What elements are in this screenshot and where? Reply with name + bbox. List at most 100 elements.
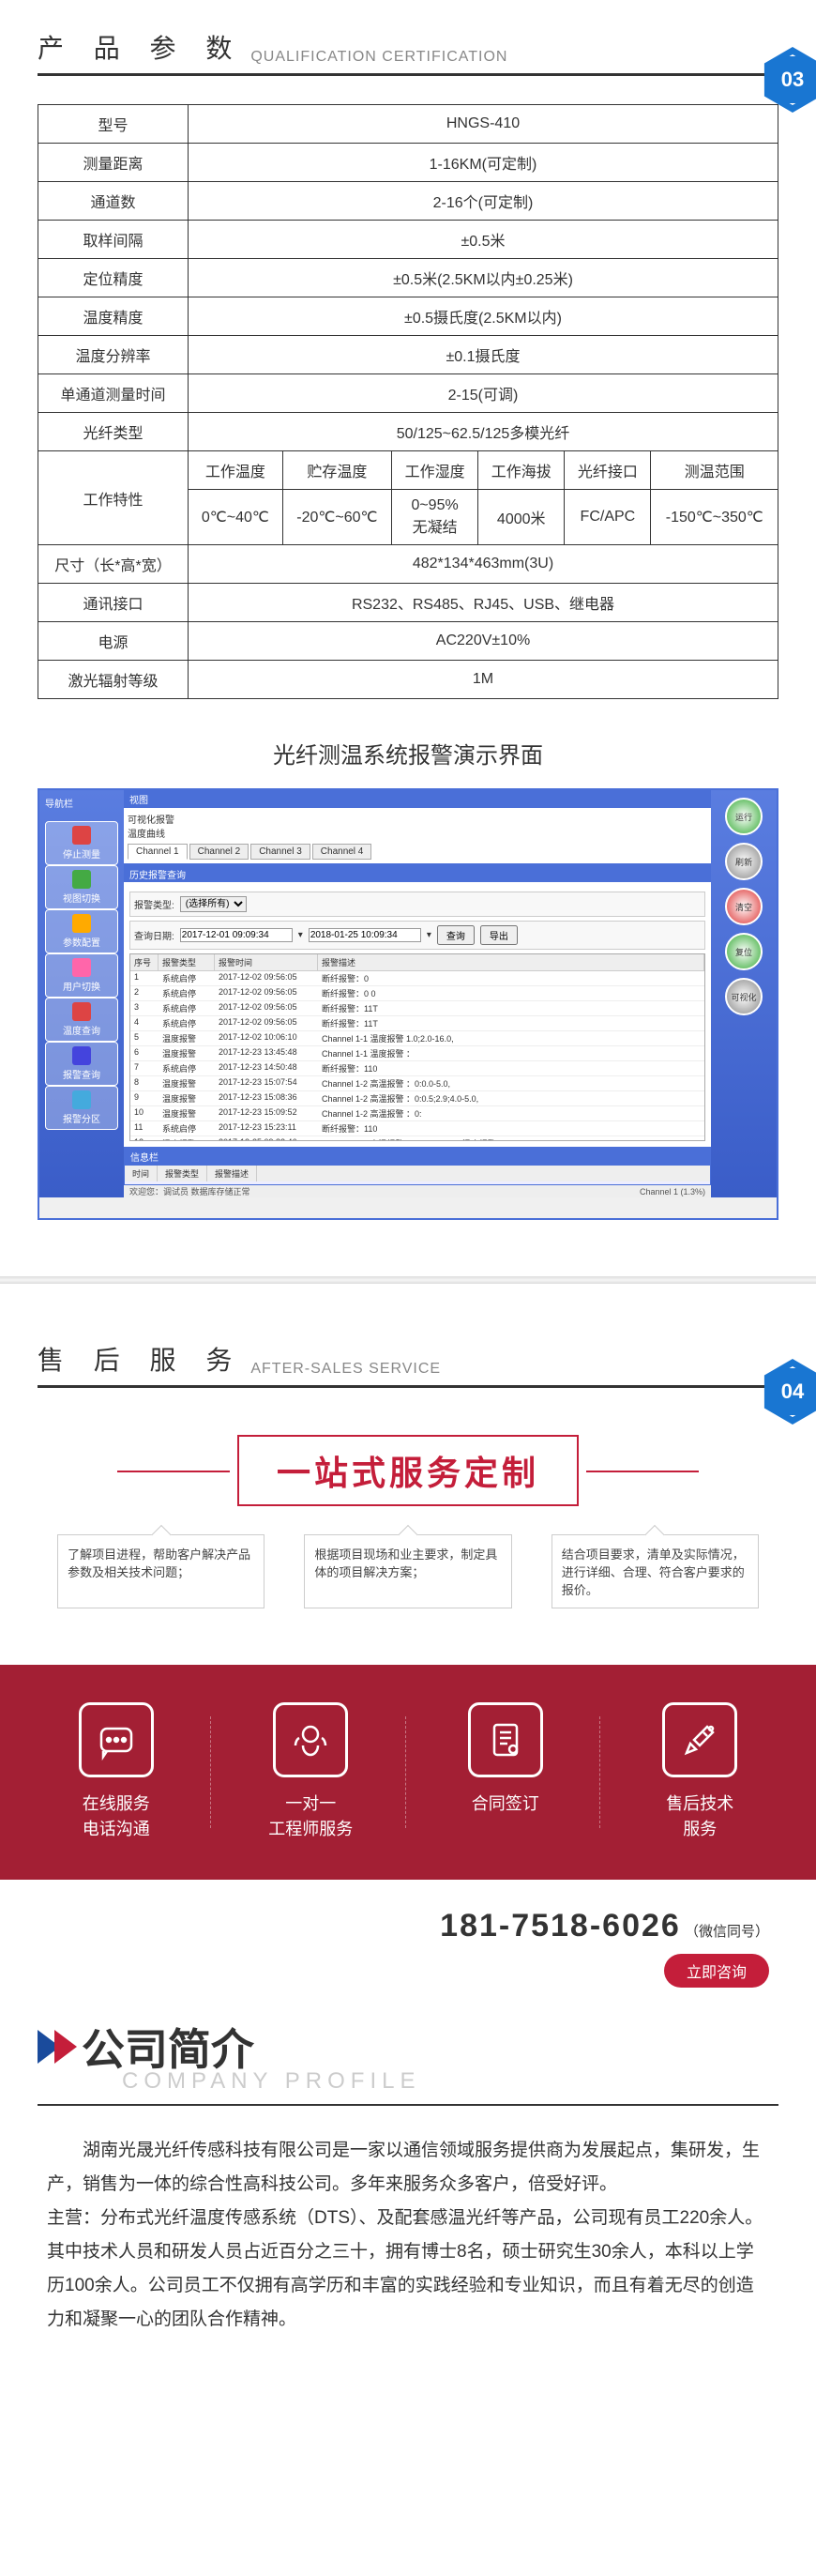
ss-nav-panel: 导航栏 停止测量视图切换参数配置用户切换温度查询报警查询报警分区 (39, 790, 124, 1197)
list-row[interactable]: 5温度报警2017-12-02 10:06:10Channel 1-1 温度报警… (130, 1031, 704, 1046)
spec-value: 0℃~40℃ (189, 490, 283, 545)
consult-button[interactable]: 立即咨询 (664, 1954, 769, 1988)
badge-number: 04 (767, 1366, 816, 1417)
list-row[interactable]: 10温度报警2017-12-23 15:09:52Channel 1-2 高温报… (130, 1106, 704, 1121)
view-sub1: 可视化报警 (128, 812, 707, 826)
info-header: 时间 (125, 1166, 158, 1181)
section-badge: 03 (760, 47, 816, 113)
nav-button[interactable]: 用户切换 (45, 953, 118, 998)
spec-value: ±0.5米(2.5KM以内±0.25米) (189, 259, 778, 297)
query-row-2: 查询日期: ▾ ▾ 查询 导出 (129, 921, 705, 950)
info-panel: 信息栏 时间报警类型报警描述 (124, 1147, 711, 1185)
query-row-1: 报警类型: (选择所有) (129, 892, 705, 917)
service-item: 一对一工程师服务 (225, 1702, 397, 1842)
spec-value: 2-16个(可定制) (189, 182, 778, 221)
list-row[interactable]: 6温度报警2017-12-23 13:45:48Channel 1-1 温度报警… (130, 1046, 704, 1061)
query-date-label: 查询日期: (134, 928, 174, 942)
spec-subheader: 测温范围 (651, 451, 778, 490)
list-row[interactable]: 8温度报警2017-12-23 15:07:54Channel 1-2 高温报警… (130, 1076, 704, 1091)
ss-right-panel: 运行刷新清空复位可视化 (711, 790, 777, 1197)
status-bar: 欢迎您：调试员 数据库存储正常 Channel 1 (1.3%) (124, 1185, 711, 1197)
channel-tabs: Channel 1Channel 2Channel 3Channel 4 (128, 844, 707, 860)
export-button[interactable]: 导出 (480, 925, 518, 945)
channel-tab[interactable]: Channel 3 (250, 844, 310, 860)
nav-button[interactable]: 参数配置 (45, 909, 118, 953)
service-label: 合同签订 (419, 1791, 591, 1817)
service-item: 在线服务电话沟通 (30, 1702, 202, 1842)
spec-label: 温度分辨率 (38, 336, 189, 374)
nav-button[interactable]: 停止测量 (45, 821, 118, 865)
spec-subheader: 光纤接口 (565, 451, 651, 490)
nav-button[interactable]: 报警分区 (45, 1086, 118, 1130)
spec-value: AC220V±10% (189, 622, 778, 661)
spec-label: 通讯接口 (38, 584, 189, 622)
service-label: 一对一工程师服务 (225, 1791, 397, 1842)
section-title-en: QUALIFICATION CERTIFICATION (250, 49, 507, 66)
list-row[interactable]: 11系统启停2017-12-23 15:23:11断纤报警：110 (130, 1121, 704, 1136)
list-row[interactable]: 7系统启停2017-12-23 14:50:48断纤报警：110 (130, 1061, 704, 1076)
spec-subheader: 工作温度 (189, 451, 283, 490)
spec-label: 尺寸（长*高*宽） (38, 545, 189, 584)
demo-title: 光纤测温系统报警演示界面 (38, 737, 778, 770)
nav-button[interactable]: 视图切换 (45, 865, 118, 909)
software-screenshot: 导航栏 停止测量视图切换参数配置用户切换温度查询报警查询报警分区 视图 可视化报… (38, 788, 778, 1220)
service-icon (662, 1702, 737, 1777)
service-label: 售后技术服务 (614, 1791, 786, 1842)
spec-label: 取样间隔 (38, 221, 189, 259)
spec-value: -150℃~350℃ (651, 490, 778, 545)
spec-value: RS232、RS485、RJ45、USB、继电器 (189, 584, 778, 622)
list-row[interactable]: 12温度报警2017-12-25 09:32:46Channel 1-1 高温报… (130, 1136, 704, 1141)
view-title: 视图 (124, 790, 711, 808)
query-button[interactable]: 查询 (437, 925, 475, 945)
control-button[interactable]: 运行 (725, 798, 763, 835)
arrow-icon (54, 2030, 77, 2064)
service-icon (273, 1702, 348, 1777)
spec-value: 1M (189, 661, 778, 699)
list-row[interactable]: 3系统启停2017-12-02 09:56:05断纤报警：11T (130, 1001, 704, 1016)
spec-value: ±0.1摄氏度 (189, 336, 778, 374)
list-row[interactable]: 4系统启停2017-12-02 09:56:05断纤报警：11T (130, 1016, 704, 1031)
list-header: 序号 (130, 954, 159, 970)
list-row[interactable]: 1系统启停2017-12-02 09:56:05断纤报警：0 (130, 971, 704, 986)
spec-value: -20℃~60℃ (282, 490, 391, 545)
service-icons-band: 在线服务电话沟通一对一工程师服务合同签订售后技术服务 (0, 1665, 816, 1880)
channel-tab[interactable]: Channel 2 (189, 844, 249, 860)
query-type-select[interactable]: (选择所有) (180, 896, 247, 912)
control-button[interactable]: 可视化 (725, 978, 763, 1015)
spec-table: 型号HNGS-410测量距离1-16KM(可定制)通道数2-16个(可定制)取样… (38, 104, 778, 699)
phone-row: 181-7518-6026 （微信同号） 立即咨询 (0, 1880, 816, 2016)
service-icon (79, 1702, 154, 1777)
badge-number: 03 (767, 54, 816, 105)
service-step: 结合项目要求，清单及实际情况，进行详细、合理、符合客户要求的报价。 (552, 1534, 759, 1608)
list-row[interactable]: 2系统启停2017-12-02 09:56:05断纤报警：0 0 (130, 986, 704, 1001)
control-button[interactable]: 复位 (725, 933, 763, 970)
phone-note: （微信同号） (685, 1924, 769, 1940)
company-header: 公司简介 COMPANY PROFILE (0, 2016, 816, 2106)
nav-button[interactable]: 温度查询 (45, 998, 118, 1042)
spec-value: FC/APC (565, 490, 651, 545)
section-header-service: 售 后 服 务 AFTER-SALES SERVICE (38, 1340, 778, 1388)
status-left: 欢迎您：调试员 数据库存储正常 (129, 1185, 250, 1197)
list-header: 报警描述 (318, 954, 704, 970)
status-right: Channel 1 (1.3%) (640, 1187, 705, 1197)
spec-label: 测量距离 (38, 144, 189, 182)
spec-value: 0~95%无凝结 (392, 490, 478, 545)
channel-tab[interactable]: Channel 1 (128, 844, 188, 860)
channel-tab[interactable]: Channel 4 (312, 844, 372, 860)
list-row[interactable]: 9温度报警2017-12-23 15:08:36Channel 1-2 高温报警… (130, 1091, 704, 1106)
control-button[interactable]: 清空 (725, 888, 763, 925)
nav-button[interactable]: 报警查询 (45, 1042, 118, 1086)
query-date-from[interactable] (180, 928, 293, 942)
spec-label: 电源 (38, 622, 189, 661)
service-label: 在线服务电话沟通 (30, 1791, 202, 1842)
control-button[interactable]: 刷新 (725, 843, 763, 880)
query-date-to[interactable] (309, 928, 421, 942)
spec-subheader: 工作海拔 (478, 451, 565, 490)
info-header: 报警描述 (207, 1166, 257, 1181)
spec-label: 型号 (38, 105, 189, 144)
spec-subheader: 工作湿度 (392, 451, 478, 490)
spec-value: ±0.5摄氏度(2.5KM以内) (189, 297, 778, 336)
spec-value: 482*134*463mm(3U) (189, 545, 778, 584)
service-icon (468, 1702, 543, 1777)
divider (0, 1276, 816, 1284)
